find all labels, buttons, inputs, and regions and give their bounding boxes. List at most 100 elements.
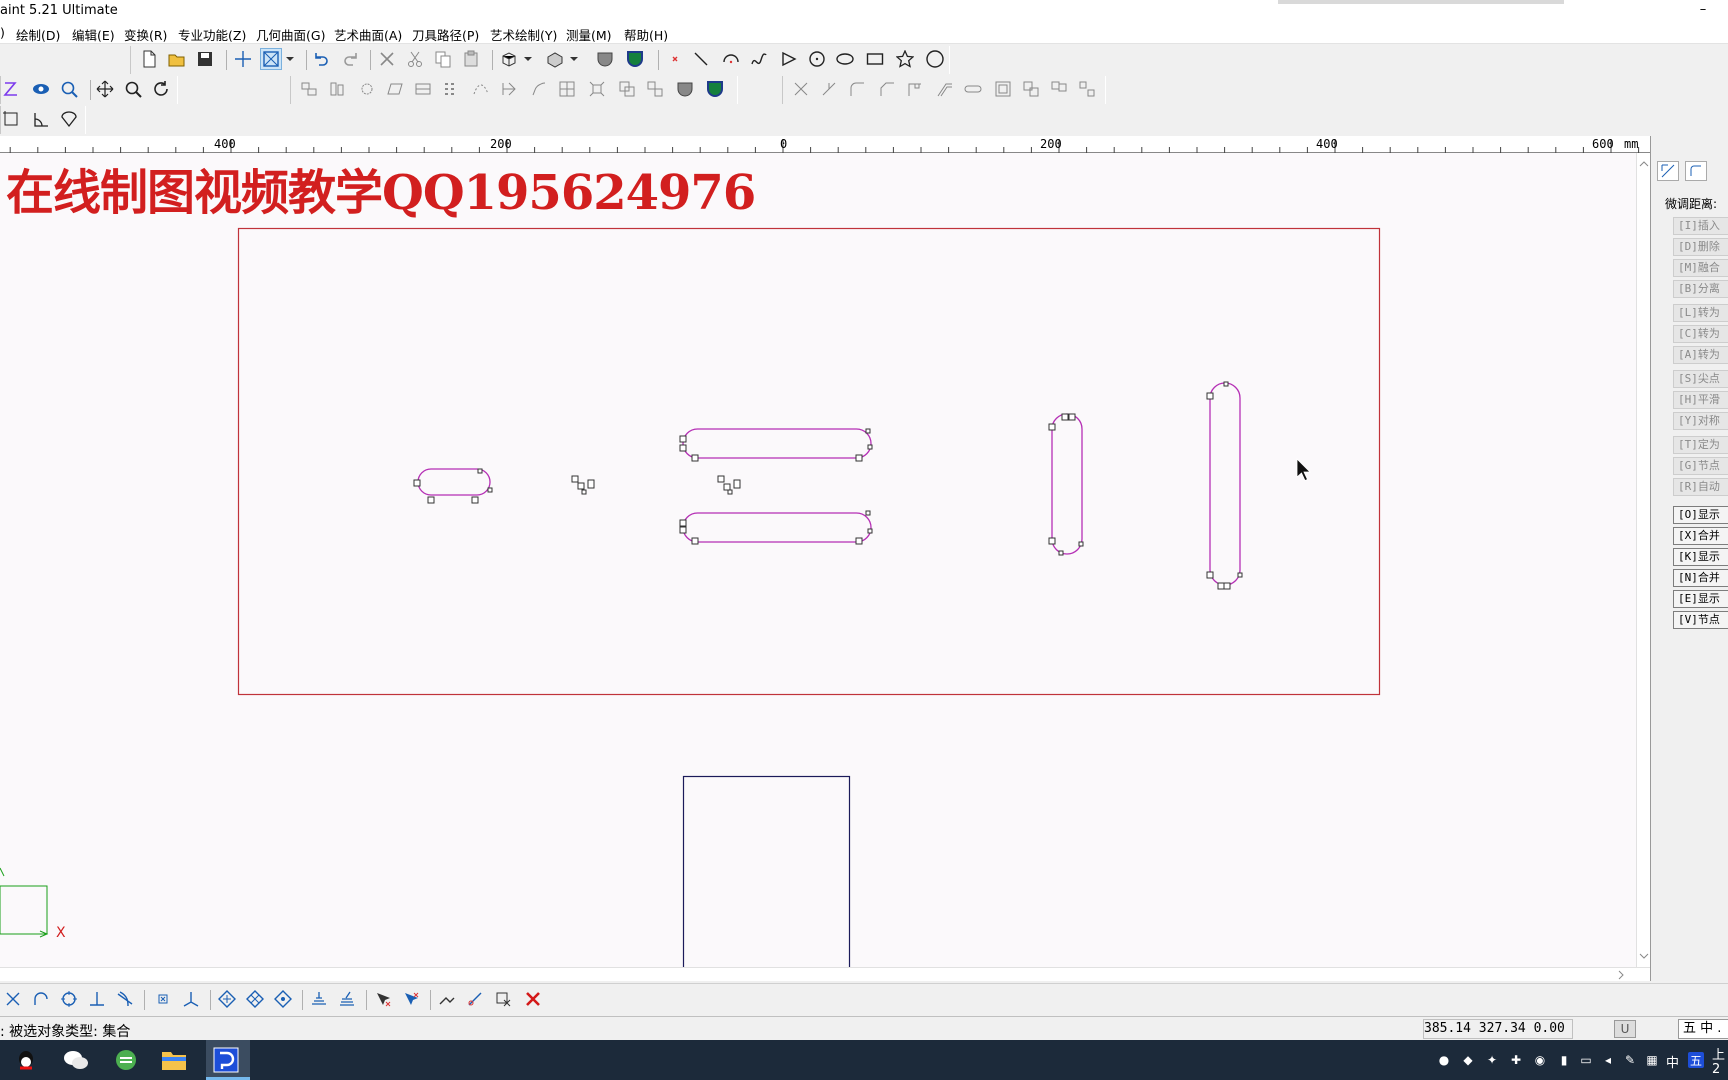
copy-icon[interactable]: [432, 48, 454, 70]
measure-icon[interactable]: [436, 988, 458, 1010]
slot-vertical-short[interactable]: [1051, 413, 1083, 555]
menu-geometric-surface[interactable]: 几何曲面(G): [256, 25, 325, 44]
tray-wechat-icon[interactable]: ●: [1436, 1052, 1452, 1068]
ime-indicator[interactable]: 五 中 .: [1678, 1019, 1728, 1039]
open-file-icon[interactable]: [166, 48, 188, 70]
refresh-icon[interactable]: [150, 78, 172, 100]
panel-button[interactable]: [O]显示: [1673, 506, 1728, 524]
slot-icon[interactable]: [962, 78, 984, 100]
trim-icon[interactable]: [790, 78, 812, 100]
slot-long-bottom[interactable]: [682, 512, 872, 543]
panel-button[interactable]: [L]转为: [1673, 304, 1728, 322]
tray-360-icon[interactable]: ✚: [1508, 1052, 1524, 1068]
wechat-icon[interactable]: [62, 1046, 90, 1074]
view-3d-icon[interactable]: [498, 48, 520, 70]
frame-icon[interactable]: [992, 78, 1014, 100]
panel-button[interactable]: [H]平滑: [1673, 391, 1728, 409]
snap-tangent-icon[interactable]: [114, 988, 136, 1010]
drop-icon[interactable]: [58, 108, 80, 130]
chevron-down-icon[interactable]: [568, 48, 580, 70]
arc-icon[interactable]: [720, 48, 742, 70]
tray-game-icon[interactable]: ✦: [1484, 1052, 1500, 1068]
snap-grid-2-icon[interactable]: [244, 988, 266, 1010]
lower-rectangle[interactable]: [682, 775, 851, 968]
menu-toolpath[interactable]: 刀具路径(P): [412, 25, 479, 44]
circle-center-icon[interactable]: [806, 48, 828, 70]
panel-button[interactable]: [R]自动: [1673, 478, 1728, 496]
rotate-icon[interactable]: [356, 78, 378, 100]
ellipse-icon[interactable]: [834, 48, 856, 70]
panel-button[interactable]: [D]删除: [1673, 238, 1728, 256]
panel-tab-curve[interactable]: [1685, 161, 1707, 181]
explode-icon[interactable]: [586, 78, 608, 100]
tray-microphone-icon[interactable]: ▮: [1556, 1052, 1572, 1068]
panel-tab-node[interactable]: [1657, 161, 1679, 181]
menu-art-draw[interactable]: 艺术绘制(Y): [490, 25, 557, 44]
align-left-icon[interactable]: [298, 78, 320, 100]
snap-settings-icon[interactable]: [492, 988, 514, 1010]
delete-icon[interactable]: [376, 48, 398, 70]
fillet-icon[interactable]: [846, 78, 868, 100]
clear-snap-icon[interactable]: [522, 988, 544, 1010]
zoom-window-icon[interactable]: [58, 78, 80, 100]
nest-icon[interactable]: [1020, 78, 1042, 100]
array-icon[interactable]: [440, 78, 462, 100]
scroll-down-icon[interactable]: [1637, 949, 1651, 963]
tray-security-icon[interactable]: ◉: [1532, 1052, 1548, 1068]
chamfer-icon[interactable]: [876, 78, 898, 100]
snap-node-icon[interactable]: [152, 988, 174, 1010]
horizontal-scrollbar[interactable]: [0, 967, 1650, 981]
wave-icon[interactable]: [528, 78, 550, 100]
layer-stack-icon[interactable]: [336, 988, 358, 1010]
break-icon[interactable]: [1076, 78, 1098, 100]
slot-vertical-tall[interactable]: [1209, 382, 1241, 586]
snap-intersection-icon[interactable]: [2, 988, 24, 1010]
tray-keyboard-icon[interactable]: ▦: [1644, 1052, 1660, 1068]
panel-button[interactable]: [E]显示: [1673, 590, 1728, 608]
panel-button[interactable]: [I]插入: [1673, 217, 1728, 235]
snap-grid-1-icon[interactable]: [216, 988, 238, 1010]
tray-network-icon[interactable]: ▭: [1578, 1052, 1594, 1068]
stretch-icon[interactable]: [412, 78, 434, 100]
slot-long-top[interactable]: [682, 428, 872, 459]
snap-edit-icon[interactable]: [464, 988, 486, 1010]
snap-perpendicular-icon[interactable]: [86, 988, 108, 1010]
select-mode-icon[interactable]: [260, 48, 282, 70]
pan-icon[interactable]: [94, 78, 116, 100]
zoom-icon[interactable]: [122, 78, 144, 100]
file-explorer-icon[interactable]: [160, 1046, 188, 1074]
align-center-icon[interactable]: [326, 78, 348, 100]
panel-button[interactable]: [T]定为: [1673, 436, 1728, 454]
spline-icon[interactable]: [748, 48, 770, 70]
menu-help[interactable]: 帮助(H): [624, 25, 668, 44]
tray-date[interactable]: 2: [1712, 1062, 1720, 1077]
ungroup-icon[interactable]: [644, 78, 666, 100]
tray-pen-icon[interactable]: ✎: [1622, 1052, 1638, 1068]
tray-ime-label[interactable]: 中: [1666, 1052, 1679, 1071]
group-icon[interactable]: [616, 78, 638, 100]
undo-icon[interactable]: [310, 48, 332, 70]
render-view-icon[interactable]: [544, 48, 566, 70]
panel-button[interactable]: [S]尖点: [1673, 370, 1728, 388]
panel-button[interactable]: [X]合并: [1673, 527, 1728, 545]
save-icon[interactable]: [194, 48, 216, 70]
menu-measure[interactable]: 测量(M): [566, 25, 612, 44]
panel-button[interactable]: [N]合并: [1673, 569, 1728, 587]
vertical-scrollbar[interactable]: [1636, 153, 1650, 967]
crosshair-icon[interactable]: [232, 48, 254, 70]
point-icon[interactable]: [664, 48, 686, 70]
panel-button[interactable]: [Y]对称: [1673, 412, 1728, 430]
panel-button[interactable]: [C]转为: [1673, 325, 1728, 343]
panel-button[interactable]: [M]融合: [1673, 259, 1728, 277]
rectangle-icon[interactable]: [864, 48, 886, 70]
scroll-up-icon[interactable]: [1637, 157, 1651, 171]
circle-icon[interactable]: [924, 48, 946, 70]
layer-up-icon[interactable]: [308, 988, 330, 1010]
tray-input-icon[interactable]: 五: [1688, 1052, 1704, 1068]
chevron-down-icon[interactable]: [284, 48, 296, 70]
shade-grey-icon[interactable]: [594, 48, 616, 70]
title-bar[interactable]: aint 5.21 Ultimate –: [0, 0, 1728, 22]
browser-icon[interactable]: [112, 1046, 140, 1074]
scroll-right-icon[interactable]: [1614, 968, 1628, 982]
grid-icon[interactable]: [556, 78, 578, 100]
